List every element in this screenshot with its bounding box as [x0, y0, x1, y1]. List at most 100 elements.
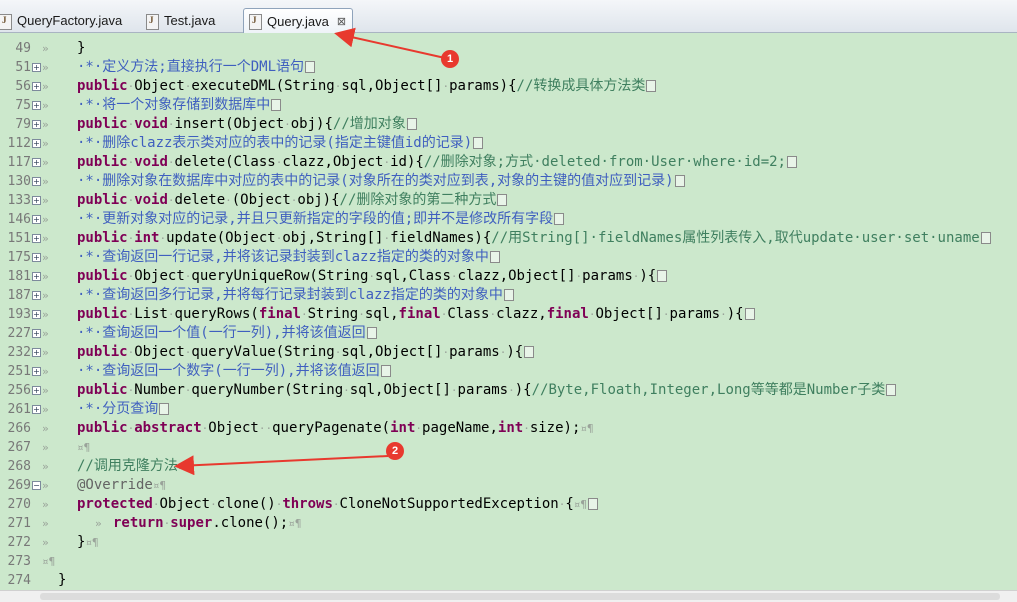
expand-fold-icon[interactable]: + — [32, 386, 41, 395]
tab-whitespace-marker: » — [42, 99, 49, 112]
tab-label: Query.java — [267, 13, 329, 29]
close-tab-icon[interactable]: ⊠ — [337, 15, 346, 28]
tab-query[interactable]: Query.java ⊠ — [243, 8, 353, 33]
tab-query-factory[interactable]: QueryFactory.java — [0, 8, 134, 33]
code-line[interactable]: 117 +» public·void·delete(Class·clazz,Obje… — [0, 153, 1017, 172]
code-line[interactable]: 133 +» public·void·delete·(Object·obj){//删… — [0, 191, 1017, 210]
expand-fold-icon[interactable]: + — [32, 120, 41, 129]
line-number: 79 — [15, 117, 31, 132]
expand-fold-icon[interactable]: + — [32, 158, 41, 167]
code-line[interactable]: 227 +» ·*·查询返回一个值(一行一列),并将该值返回 — [0, 324, 1017, 343]
expand-fold-icon[interactable]: + — [32, 234, 41, 243]
tab-whitespace-marker: » — [42, 498, 49, 511]
code-line[interactable]: 51 +» ·*·定义方法;直接执行一个DML语句 — [0, 58, 1017, 77]
code-text: public·List·queryRows(final·String·sql,f… — [77, 305, 755, 324]
code-line[interactable]: 261 +» ·*·分页查询 — [0, 400, 1017, 419]
code-line[interactable]: 151 +» public·int·update(Object·obj,String… — [0, 229, 1017, 248]
code-line[interactable]: 274} — [0, 571, 1017, 590]
code-line[interactable]: 79 +» public·void·insert(Object·obj){//增加对… — [0, 115, 1017, 134]
line-number: 133 — [7, 193, 31, 208]
line-number: 227 — [7, 326, 31, 341]
tab-whitespace-marker: » — [42, 517, 49, 530]
line-number: 232 — [7, 345, 31, 360]
code-line[interactable]: 130 +» ·*·删除对象在数据库中对应的表中的记录(对象所在的类对应到表,对象的… — [0, 172, 1017, 191]
code-line[interactable]: 181 +» public·Object·queryUniqueRow(String… — [0, 267, 1017, 286]
expand-fold-icon[interactable]: + — [32, 177, 41, 186]
code-line[interactable]: 271 » » return·super.clone();¤¶ — [0, 514, 1017, 533]
code-line[interactable]: 175 +» ·*·查询返回一行记录,并将该记录封装到clazz指定的类的对象中 — [0, 248, 1017, 267]
expand-fold-icon[interactable]: + — [32, 405, 41, 414]
tab-whitespace-marker: » — [42, 251, 49, 264]
expand-fold-icon[interactable]: + — [32, 291, 41, 300]
code-line[interactable]: 193 +» public·List·queryRows(final·String·… — [0, 305, 1017, 324]
code-line[interactable]: 266 » public·abstract·Object··queryPagenat… — [0, 419, 1017, 438]
code-line[interactable]: 268 » //调用克隆方法¤ — [0, 457, 1017, 476]
tab-whitespace-marker: » — [42, 384, 49, 397]
code-line[interactable]: 272 »}¤¶ — [0, 533, 1017, 552]
line-number: 75 — [15, 98, 31, 113]
tab-whitespace-marker: » — [42, 403, 49, 416]
expand-fold-icon[interactable]: + — [32, 367, 41, 376]
code-text: public·void·delete·(Object·obj){//删除对象的第… — [77, 191, 508, 210]
expand-fold-icon[interactable]: + — [32, 139, 41, 148]
line-number: 261 — [7, 402, 31, 417]
code-line[interactable]: 56 +» public·Object·executeDML(String·sql,… — [0, 77, 1017, 96]
code-text: } — [77, 40, 86, 56]
expand-fold-icon[interactable]: + — [32, 215, 41, 224]
line-number: 151 — [7, 231, 31, 246]
code-line[interactable]: 146 +» ·*·更新对象对应的记录,并且只更新指定的字段的值;即并不是修改所有字… — [0, 210, 1017, 229]
code-line[interactable]: 49 »} — [0, 39, 1017, 58]
line-number: 270 — [7, 497, 31, 512]
horizontal-scrollbar[interactable] — [0, 590, 1017, 602]
line-number: 193 — [7, 307, 31, 322]
code-line[interactable]: 273¤¶}¤¶ — [0, 552, 1017, 571]
tab-whitespace-marker: » — [42, 232, 49, 245]
tab-whitespace-marker: » — [42, 422, 49, 435]
code-editor[interactable]: 49»} 51 +» ·*·定义方法;直接执行一个DML语句 56 +» public·Ob… — [0, 33, 1017, 590]
code-line[interactable]: 270 » protected·Object·clone()·throws·Clon… — [0, 495, 1017, 514]
code-text: ·*·定义方法;直接执行一个DML语句 — [77, 58, 316, 77]
tab-whitespace-marker: » — [42, 270, 49, 283]
code-line[interactable]: 187 +» ·*·查询返回多行记录,并将每行记录封装到clazz指定的类的对象中 — [0, 286, 1017, 305]
expand-fold-icon[interactable]: + — [32, 82, 41, 91]
code-text: @Override¤¶ — [77, 477, 167, 493]
expand-fold-icon[interactable]: + — [32, 272, 41, 281]
expand-fold-icon[interactable]: + — [32, 253, 41, 262]
code-line[interactable]: 75 +» ·*·将一个对象存储到数据库中 — [0, 96, 1017, 115]
line-number: 266 — [7, 421, 31, 436]
expand-fold-icon[interactable]: + — [32, 101, 41, 110]
tab-whitespace-marker: » — [42, 42, 49, 55]
java-file-icon — [0, 13, 12, 30]
tab-whitespace-marker: » — [42, 80, 49, 93]
line-number: 51 — [15, 60, 31, 75]
tab-whitespace-marker: » — [42, 308, 49, 321]
code-line[interactable]: 232 +» public·Object·queryValue(String·sql… — [0, 343, 1017, 362]
editor-tab-bar: QueryFactory.java Test.java Query.java ⊠ — [0, 0, 1017, 33]
line-number: 187 — [7, 288, 31, 303]
tab-whitespace-marker: » — [42, 460, 49, 473]
tab-test[interactable]: Test.java — [141, 8, 241, 33]
line-number: 112 — [7, 136, 31, 151]
code-line[interactable]: 112 +» ·*·删除clazz表示类对应的表中的记录(指定主键值id的记录) — [0, 134, 1017, 153]
collapse-fold-icon[interactable]: − — [32, 481, 41, 490]
code-line[interactable]: 269−» @Override¤¶ — [0, 476, 1017, 495]
expand-fold-icon[interactable]: + — [32, 196, 41, 205]
code-line[interactable]: 251 +» ·*·查询返回一个数字(一行一列),并将该值返回 — [0, 362, 1017, 381]
code-text: public·abstract·Object··queryPagenate(in… — [77, 420, 594, 436]
tab-whitespace-marker: » — [42, 118, 49, 131]
line-number: 273 — [7, 554, 31, 569]
tab-whitespace-marker: ¤¶ — [42, 555, 56, 568]
expand-fold-icon[interactable]: + — [32, 348, 41, 357]
tab-whitespace-marker: » — [42, 289, 49, 302]
tab-whitespace-marker: » — [42, 346, 49, 359]
line-number: 175 — [7, 250, 31, 265]
annotation-badge-1: 1 — [441, 50, 459, 68]
code-line[interactable]: 267 » ¤¶ — [0, 438, 1017, 457]
annotation-badge-2: 2 — [386, 442, 404, 460]
line-number: 269 — [7, 478, 31, 493]
scrollbar-thumb[interactable] — [40, 593, 1000, 600]
code-line[interactable]: 256 +» public·Number·queryNumber(String·sq… — [0, 381, 1017, 400]
expand-fold-icon[interactable]: + — [32, 329, 41, 338]
expand-fold-icon[interactable]: + — [32, 310, 41, 319]
expand-fold-icon[interactable]: + — [32, 63, 41, 72]
